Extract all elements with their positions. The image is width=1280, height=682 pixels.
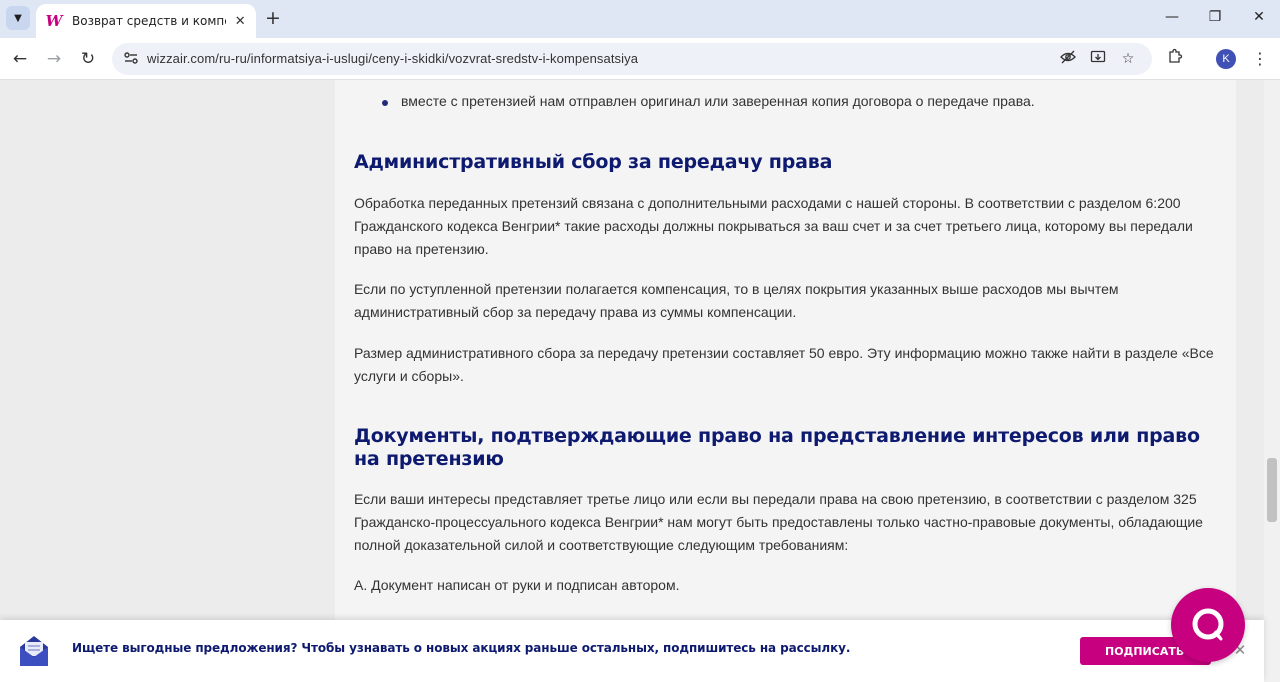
browser-menu-icon[interactable]: ⋮ xyxy=(1252,48,1268,70)
active-tab[interactable]: W Возврат средств и компенсац ✕ xyxy=(36,4,256,38)
address-bar[interactable]: wizzair.com/ru-ru/informatsiya-i-uslugi/… xyxy=(112,43,1152,75)
paragraph: Обработка переданных претензий связана с… xyxy=(354,195,1193,257)
reload-button[interactable]: ↻ xyxy=(77,48,99,70)
profile-avatar[interactable]: K xyxy=(1216,49,1236,69)
scrollbar-thumb[interactable] xyxy=(1267,458,1277,522)
back-button[interactable]: ← xyxy=(9,48,31,70)
chat-button[interactable] xyxy=(1171,588,1245,662)
tab-title: Возврат средств и компенсац xyxy=(72,14,226,28)
chat-bubble-icon xyxy=(1192,608,1224,641)
newsletter-banner: Ищете выгодные предложения? Чтобы узнава… xyxy=(0,620,1264,682)
page-viewport: вместе с претензией нам отправлен оригин… xyxy=(0,80,1264,620)
bullet-marker xyxy=(382,100,388,106)
paragraph: A. Документ написан от руки и подписан а… xyxy=(354,577,680,593)
tab-close-icon[interactable]: ✕ xyxy=(232,14,248,29)
article-content: вместе с претензией нам отправлен оригин… xyxy=(335,80,1236,620)
paragraph: Размер административного сбора за переда… xyxy=(354,345,1214,384)
restore-button[interactable]: ❐ xyxy=(1205,9,1225,25)
section-heading-documents: Документы, подтверждающие право на предс… xyxy=(354,425,1200,470)
paragraph: Если ваши интересы представляет третье л… xyxy=(354,491,1203,553)
new-tab-button[interactable]: + xyxy=(262,8,284,30)
section-heading-fee: Административный сбор за передачу права xyxy=(354,151,833,173)
tab-strip: ▼ W Возврат средств и компенсац ✕ + — ❐ … xyxy=(0,0,1280,38)
paragraph: Если по уступленной претензии полагается… xyxy=(354,281,1119,320)
minimize-button[interactable]: — xyxy=(1162,9,1182,25)
extensions-puzzle-icon[interactable] xyxy=(1164,48,1186,70)
page-scrollbar[interactable] xyxy=(1264,80,1280,682)
tab-search-button[interactable]: ▼ xyxy=(6,6,30,30)
eye-off-icon[interactable] xyxy=(1058,49,1078,69)
install-app-icon[interactable] xyxy=(1088,49,1108,69)
window-close-button[interactable]: ✕ xyxy=(1249,9,1269,25)
list-item: вместе с претензией нам отправлен оригин… xyxy=(401,93,1035,109)
site-info-icon[interactable] xyxy=(122,50,140,68)
wizzair-favicon-icon: W xyxy=(45,12,63,30)
newsletter-text: Ищете выгодные предложения? Чтобы узнава… xyxy=(72,641,851,655)
forward-button[interactable]: → xyxy=(43,48,65,70)
browser-toolbar: ← → ↻ wizzair.com/ru-ru/informatsiya-i-u… xyxy=(0,38,1280,80)
chevron-down-icon: ▼ xyxy=(14,12,22,24)
bookmark-star-icon[interactable]: ☆ xyxy=(1118,49,1138,69)
url-text[interactable]: wizzair.com/ru-ru/informatsiya-i-uslugi/… xyxy=(147,51,638,66)
envelope-icon xyxy=(19,633,49,667)
